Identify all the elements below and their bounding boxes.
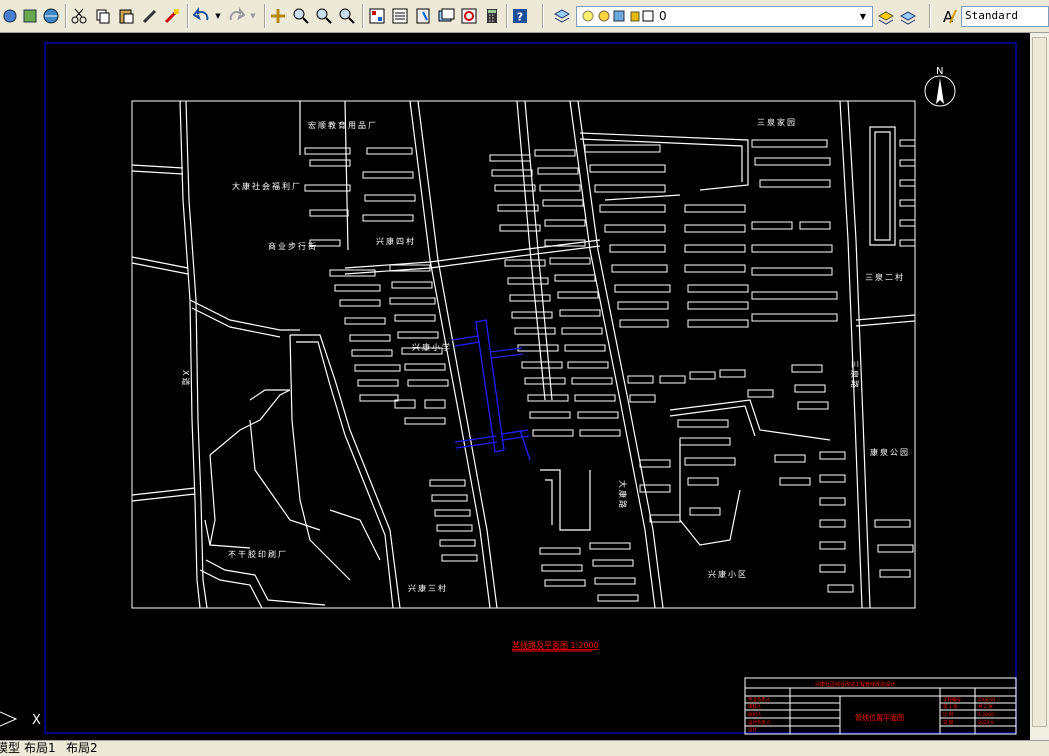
pan-icon[interactable]	[20, 6, 40, 26]
svg-text:?: ?	[517, 11, 523, 24]
tb-left-4: 设计	[748, 726, 757, 733]
tool-palettes-icon[interactable]	[413, 6, 433, 26]
tb-left-2: 校对人	[748, 711, 762, 718]
label-l8: 兴康三村	[408, 583, 448, 593]
label-l5: 三泉家园	[757, 117, 797, 127]
cad-drawing: 宏顺教育用品厂 大康社会福利厂 商业步行街 兴康四村 三泉家园 三泉二村 兴康小…	[0, 42, 1017, 735]
tb-right-3: 日 期	[943, 720, 954, 726]
title-block-drawing-name: 管线位置平面图	[855, 713, 904, 722]
cut-icon[interactable]	[69, 6, 89, 26]
label-l7: 兴康小区	[708, 569, 748, 579]
layer-state-icons	[582, 10, 654, 22]
help-icon[interactable]: ?	[510, 6, 530, 26]
tb-value-3: 2024.9	[978, 720, 994, 726]
tb-value-2: 1:2000	[978, 712, 994, 718]
match-properties-icon[interactable]	[162, 6, 182, 26]
tab-layout2[interactable]: 布局2	[66, 741, 98, 756]
tb-value-1: 共 2 张	[978, 703, 993, 710]
tb-left-0: 专业负责人	[748, 696, 771, 703]
tb-right-1: 第 1 张	[943, 703, 958, 710]
ucs-icon: X	[0, 711, 41, 728]
chevron-down-icon[interactable]: ▼	[856, 9, 870, 24]
zoom-window-icon[interactable]	[314, 6, 334, 26]
label-l12: 大康路	[618, 480, 628, 510]
sheet-set-icon[interactable]	[436, 6, 456, 26]
tb-left-1: 审核人	[748, 703, 762, 710]
zoom-extents-icon[interactable]	[0, 6, 20, 26]
orbit-icon[interactable]	[41, 6, 61, 26]
layer-manager-icon[interactable]	[552, 6, 572, 26]
title-block: 兴康社区综合改造工程管线改造设计 管线位置平面图 专业负责人 审核人 校对人 设…	[744, 677, 1017, 735]
tb-left-3: 设计负责人	[748, 719, 771, 726]
buildings	[304, 139, 916, 602]
design-center-icon[interactable]	[390, 6, 410, 26]
tb-value-0: GXSJ-01	[978, 697, 996, 703]
north-arrow: N	[924, 66, 956, 107]
pan-realtime-icon[interactable]	[268, 6, 288, 26]
text-style-icon[interactable]: A	[939, 6, 959, 26]
label-l13: 三泉路	[850, 360, 860, 390]
layer-name: 0	[659, 9, 667, 23]
paste-icon[interactable]	[116, 6, 136, 26]
label-l4: 兴康四村	[376, 236, 416, 246]
label-l10: 不干胶印刷厂	[228, 549, 288, 559]
zoom-realtime-icon[interactable]	[291, 6, 311, 26]
zoom-previous-icon[interactable]	[337, 6, 357, 26]
undo-dropdown-icon[interactable]: ▼	[208, 6, 228, 26]
layer-previous-icon[interactable]	[898, 6, 918, 26]
plan-title: 某线路及平面图 1:2000	[512, 640, 599, 650]
tb-right-2: 比 例	[943, 711, 954, 718]
tab-model[interactable]: 模型	[0, 741, 20, 756]
vertical-scrollbar[interactable]	[1030, 33, 1049, 740]
layer-dropdown[interactable]: 0 ▼	[576, 6, 873, 27]
label-l14: X道	[181, 370, 191, 387]
north-label: N	[936, 66, 943, 77]
title-block-header: 兴康社区综合改造工程管线改造设计	[815, 681, 895, 688]
redo-dropdown-icon[interactable]: ▼	[243, 6, 263, 26]
make-object-layer-current-icon[interactable]	[876, 6, 896, 26]
drawing-canvas[interactable]: 宏顺教育用品厂 大康社会福利厂 商业步行街 兴康四村 三泉家园 三泉二村 兴康小…	[0, 33, 1030, 740]
label-l9: 兴康小学	[412, 342, 452, 352]
label-l2: 大康社会福利厂	[232, 181, 302, 191]
text-style-name: Standard	[965, 9, 1018, 22]
roads	[131, 100, 916, 609]
label-l6: 三泉二村	[865, 272, 905, 282]
tab-layout1[interactable]: 布局1	[24, 741, 56, 756]
markup-icon[interactable]	[459, 6, 479, 26]
label-l3: 商业步行街	[268, 241, 318, 251]
properties-icon[interactable]	[367, 6, 387, 26]
scrollbar-thumb[interactable]	[1032, 37, 1047, 727]
layout-tabs: 模型 布局1 布局2	[0, 740, 1049, 756]
brush-icon[interactable]	[140, 6, 160, 26]
standard-toolbar: ▼ ▼ ? 0 ▼ A Standard	[0, 0, 1049, 33]
label-l11: 康泉公园	[870, 447, 910, 457]
tb-right-0: 工程编号	[943, 696, 961, 703]
copy-icon[interactable]	[93, 6, 113, 26]
calculator-icon[interactable]	[482, 6, 502, 26]
ucs-x-label: X	[32, 713, 41, 728]
label-l1: 宏顺教育用品厂	[308, 120, 378, 130]
text-style-dropdown[interactable]: Standard	[961, 6, 1049, 27]
